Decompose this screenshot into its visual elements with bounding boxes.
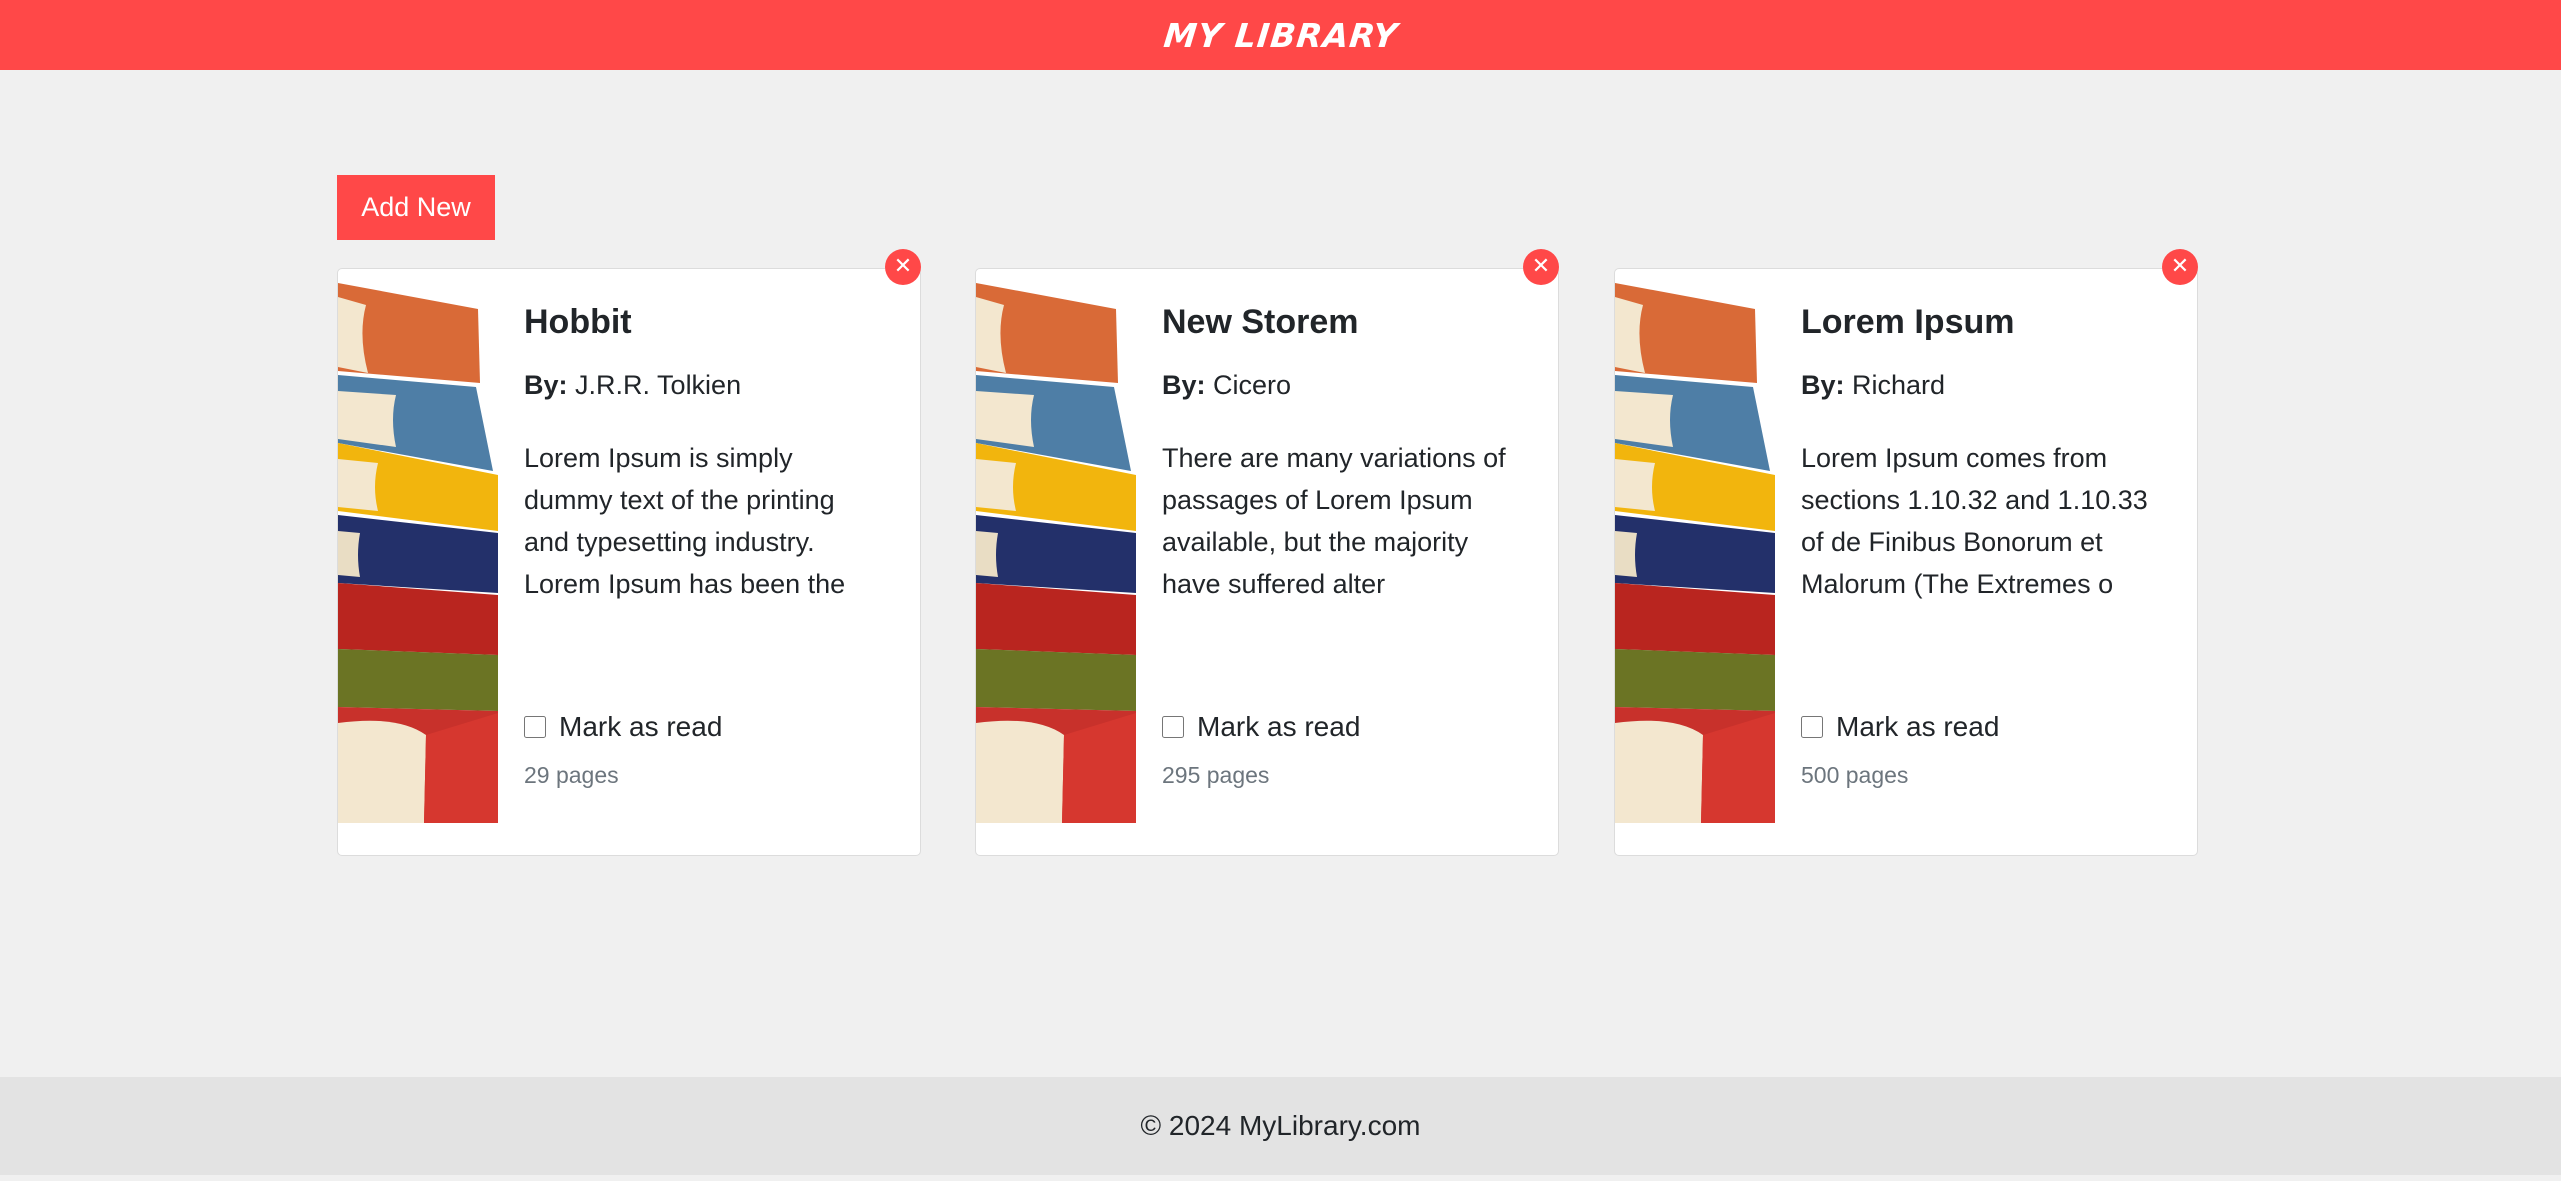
delete-book-button[interactable]: ✕ — [1523, 249, 1559, 285]
book-author: J.R.R. Tolkien — [575, 370, 742, 400]
book-card: New Storem By: Cicero There are many var… — [975, 249, 1559, 856]
book-author: Cicero — [1213, 370, 1292, 400]
book-page-count: 295 pages — [1162, 762, 1270, 788]
by-label: By: — [524, 370, 568, 400]
mark-as-read-checkbox[interactable] — [1801, 716, 1823, 738]
by-label: By: — [1801, 370, 1845, 400]
mark-as-read-control[interactable]: Mark as read — [1162, 711, 1360, 743]
book-cover-image — [1615, 283, 1775, 1097]
book-stack-illustration — [338, 283, 498, 823]
close-icon: ✕ — [2170, 254, 2190, 279]
top-navbar: MY LIBRARY — [0, 0, 2561, 70]
mark-as-read-checkbox[interactable] — [524, 716, 546, 738]
mark-as-read-control[interactable]: Mark as read — [524, 711, 722, 743]
book-author: Richard — [1852, 370, 1946, 400]
book-description: There are many variations of passages of… — [1162, 443, 1506, 599]
footer-copyright: © 2024 MyLibrary.com — [1140, 1110, 1421, 1141]
book-stack-illustration — [1615, 283, 1775, 823]
delete-book-button[interactable]: ✕ — [885, 249, 921, 285]
book-card: Lorem Ipsum By: Richard Lorem Ipsum come… — [1614, 249, 2198, 856]
book-author-line: By: Richard — [1801, 370, 1945, 401]
page-footer: © 2024 MyLibrary.com — [0, 1077, 2561, 1175]
book-cover-image — [976, 283, 1136, 1097]
mark-as-read-label[interactable]: Mark as read — [1836, 711, 1999, 743]
book-author-line: By: Cicero — [1162, 370, 1291, 401]
book-page-count: 500 pages — [1801, 762, 1909, 788]
mark-as-read-control[interactable]: Mark as read — [1801, 711, 1999, 743]
book-page-count: 29 pages — [524, 762, 619, 788]
delete-book-button[interactable]: ✕ — [2162, 249, 2198, 285]
mark-as-read-label[interactable]: Mark as read — [559, 711, 722, 743]
close-icon: ✕ — [893, 254, 913, 279]
book-title: Lorem Ipsum — [1801, 303, 2015, 341]
by-label: By: — [1162, 370, 1206, 400]
book-card: Hobbit By: J.R.R. Tolkien Lorem Ipsum is… — [337, 249, 921, 856]
mark-as-read-label[interactable]: Mark as read — [1197, 711, 1360, 743]
book-stack-illustration — [976, 283, 1136, 823]
book-title: New Storem — [1162, 303, 1359, 341]
add-new-button[interactable]: Add New — [337, 175, 495, 240]
book-description: Lorem Ipsum is simply dummy text of the … — [524, 443, 846, 599]
book-description: Lorem Ipsum comes from sections 1.10.32 … — [1801, 443, 2148, 599]
book-author-line: By: J.R.R. Tolkien — [524, 370, 741, 401]
book-cover-image — [338, 283, 498, 1097]
brand-title: MY LIBRARY — [1161, 15, 1400, 55]
close-icon: ✕ — [1531, 254, 1551, 279]
mark-as-read-checkbox[interactable] — [1162, 716, 1184, 738]
book-title: Hobbit — [524, 303, 632, 341]
